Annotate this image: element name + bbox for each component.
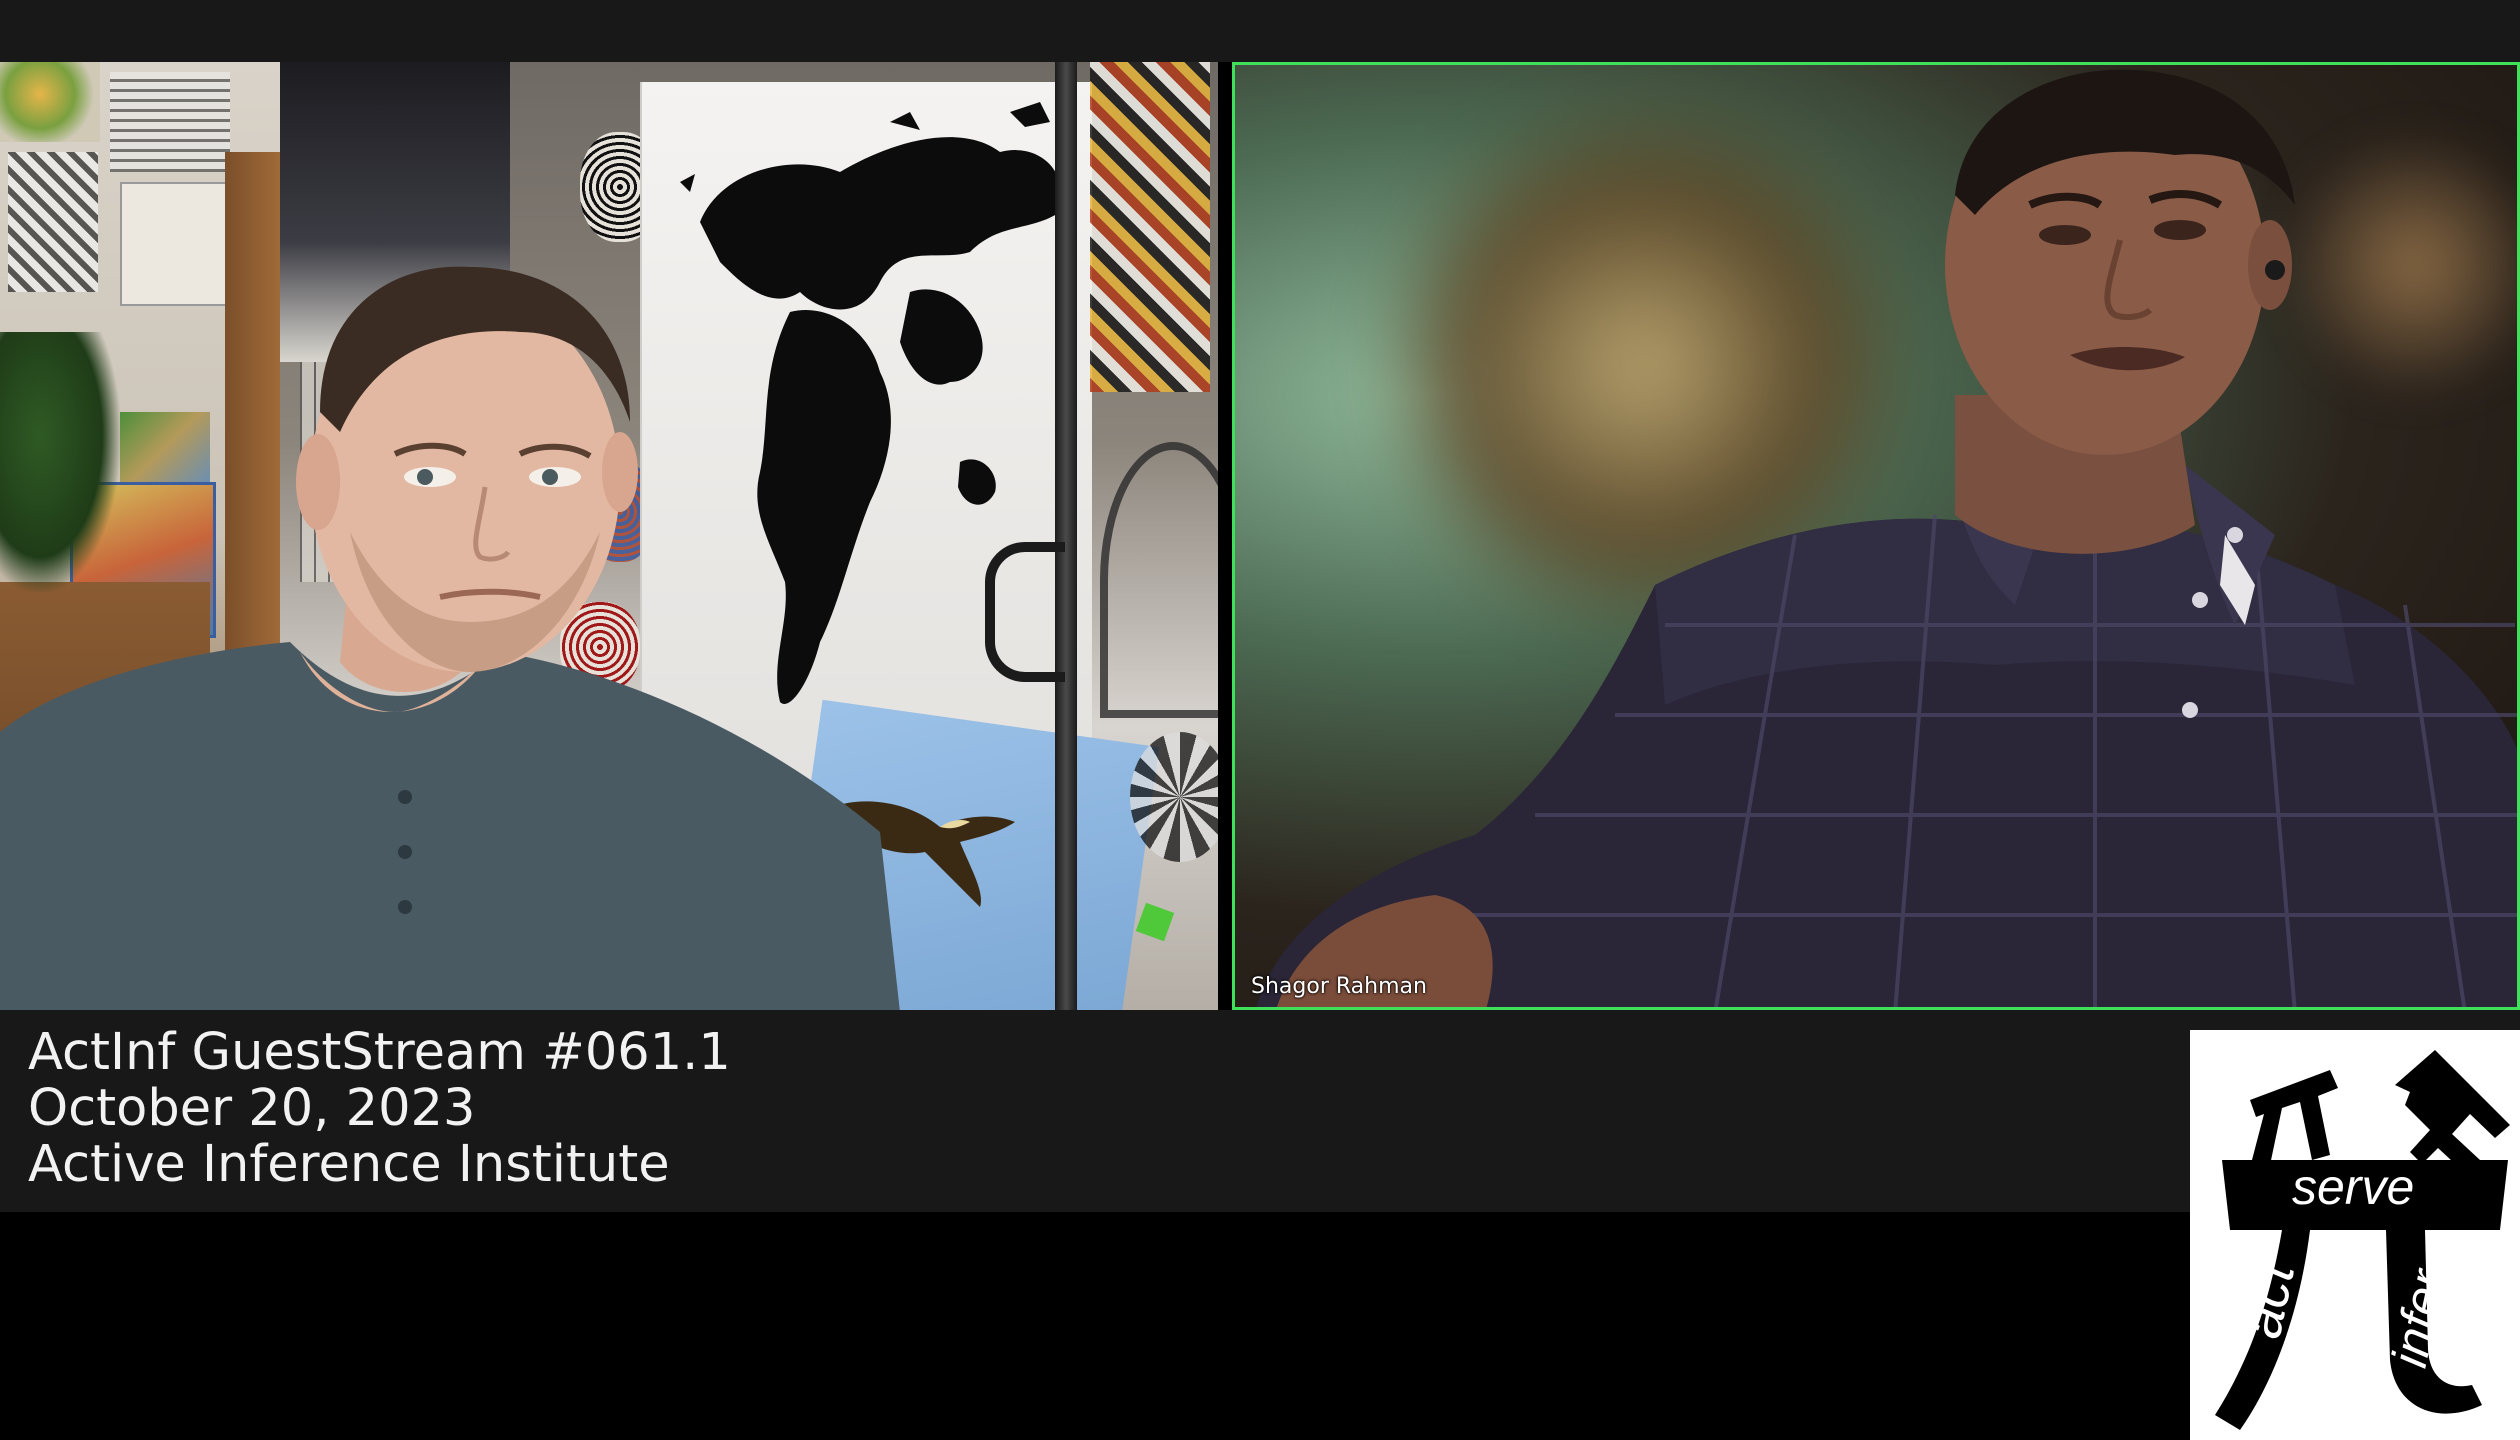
institute-logo: serve act infer [2190, 1030, 2520, 1440]
wall-frame [1100, 442, 1218, 718]
participant-name-tag: Shagor Rahman [1251, 974, 1427, 999]
sticky-note [1135, 902, 1175, 942]
participant-video-right [1256, 69, 2517, 1007]
pattern-poster [1090, 62, 1210, 392]
video-tile-right-active-speaker[interactable]: Shagor Rahman [1232, 62, 2520, 1010]
pi-glyph-icon [2215, 1050, 2510, 1430]
logo-word-serve: serve [2292, 1159, 2415, 1215]
stand-pole [1055, 62, 1077, 1010]
participant-video-left [0, 266, 900, 1010]
stream-organization: Active Inference Institute [28, 1135, 670, 1194]
stream-title: ActInf GuestStream #061.1 [28, 1023, 731, 1082]
wall-art [0, 62, 100, 142]
wall-art [110, 72, 230, 172]
video-tile-left[interactable] [0, 62, 1218, 1010]
stream-date: October 20, 2023 [28, 1079, 476, 1138]
top-bar [0, 0, 2520, 62]
stream-caption: ActInf GuestStream #061.1 October 20, 20… [28, 1025, 731, 1193]
stand-handle [985, 542, 1065, 682]
stream-frame: Shagor Rahman ActInf GuestStream #061.1 … [0, 0, 2520, 1440]
